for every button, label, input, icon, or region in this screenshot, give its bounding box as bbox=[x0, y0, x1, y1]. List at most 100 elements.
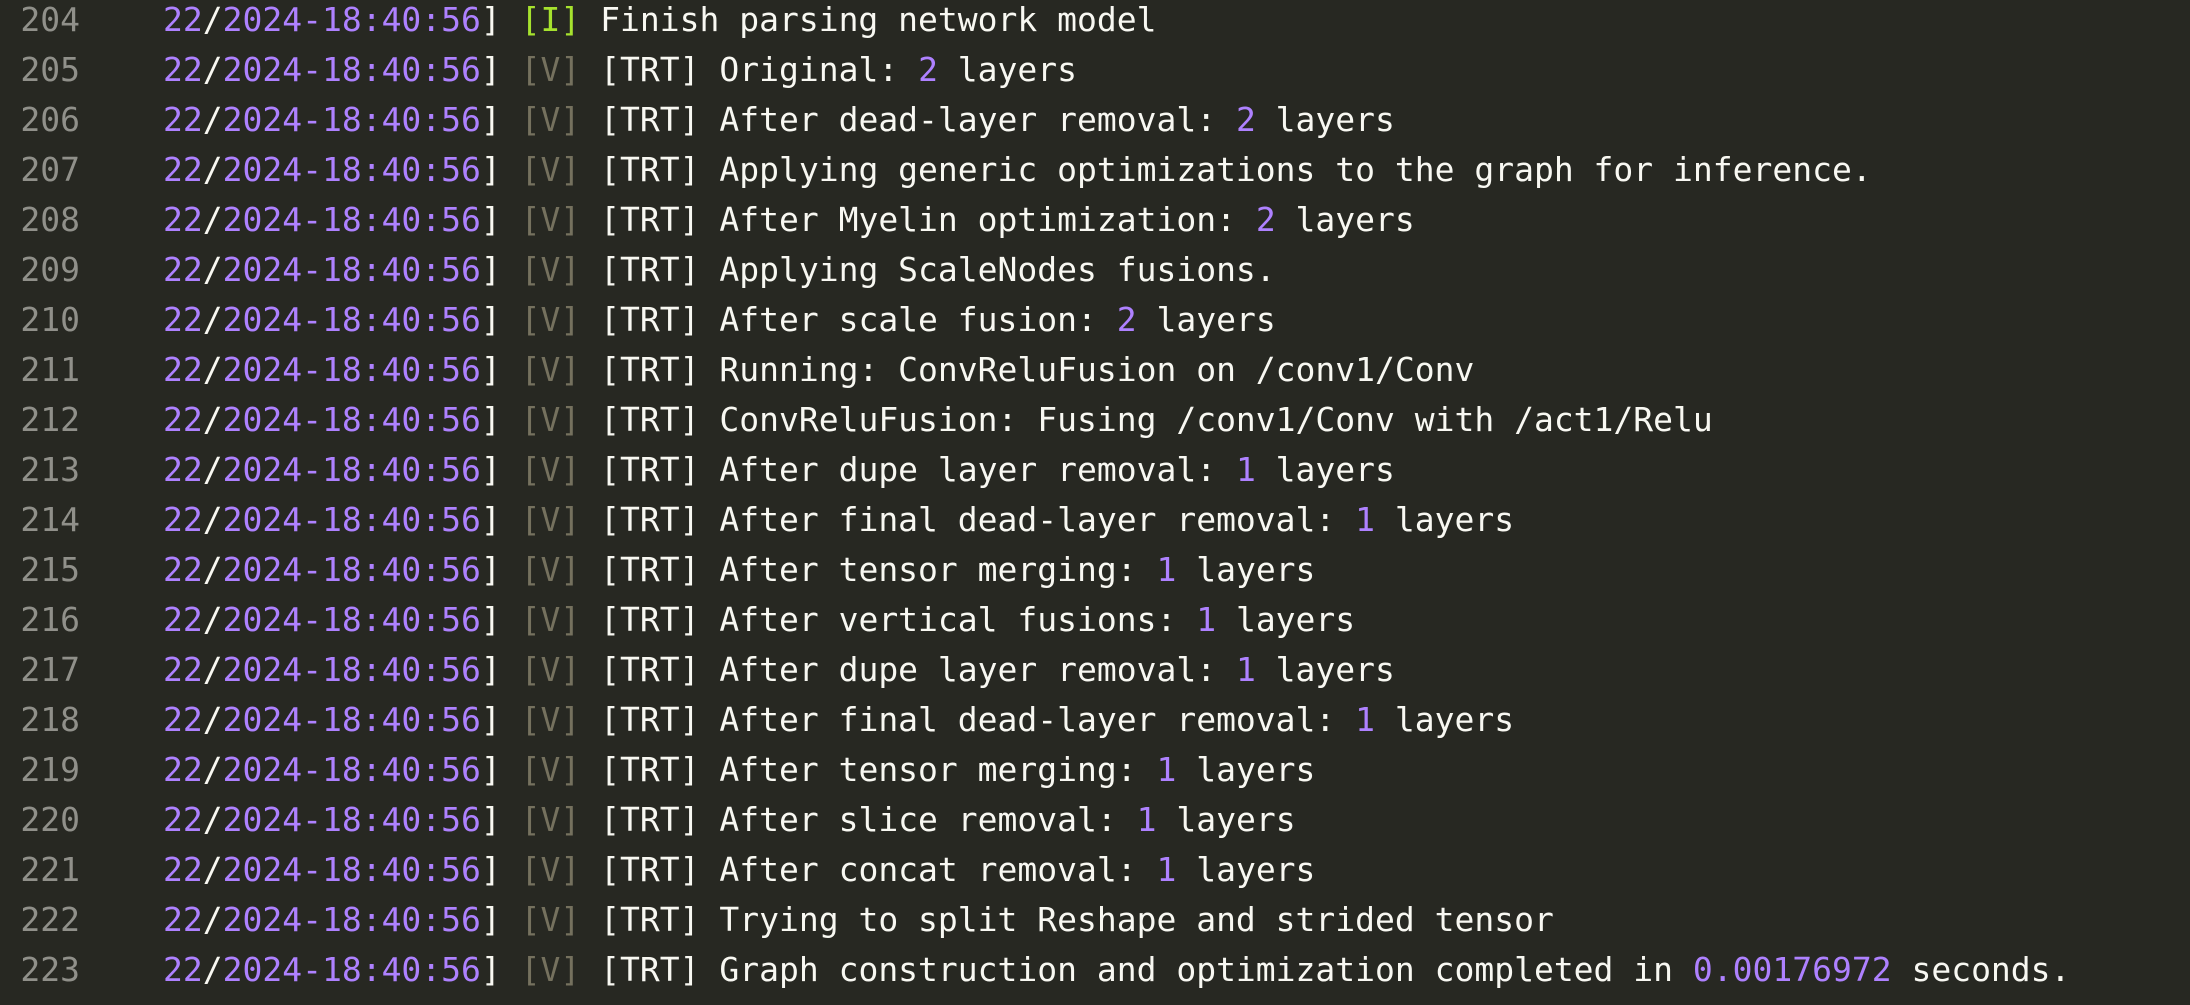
line-number: 219 bbox=[20, 750, 80, 789]
log-line[interactable]: 206 22/2024-18:40:56] [V] [TRT] After dea… bbox=[0, 95, 2190, 145]
log-code: 22/2024-18:40:56] [V] [TRT] ConvReluFusi… bbox=[163, 395, 1713, 445]
log-line[interactable]: 215 22/2024-18:40:56] [V] [TRT] After ten… bbox=[0, 545, 2190, 595]
log-suffix: layers bbox=[1176, 750, 1316, 789]
log-level-letter: V bbox=[540, 350, 561, 389]
line-number: 211 bbox=[20, 350, 80, 389]
log-line[interactable]: 212 22/2024-18:40:56] [V] [TRT] ConvReluF… bbox=[0, 395, 2190, 445]
log-level: [V] bbox=[520, 750, 581, 789]
log-level-letter: V bbox=[540, 800, 561, 839]
log-level-letter: V bbox=[540, 150, 561, 189]
timestamp: 2024-18:40:56 bbox=[222, 0, 481, 39]
timestamp: 2024-18:40:56 bbox=[222, 400, 481, 439]
log-tag: [TRT] bbox=[600, 900, 700, 939]
timestamp: 2024-18:40:56 bbox=[222, 900, 481, 939]
timestamp-day: 22 bbox=[163, 50, 203, 89]
timestamp: 2024-18:40:56 bbox=[222, 350, 481, 389]
line-number: 213 bbox=[20, 450, 80, 489]
log-level: [V] bbox=[520, 600, 581, 639]
line-number: 223 bbox=[20, 950, 80, 989]
timestamp-day: 22 bbox=[163, 550, 203, 589]
log-tag: [TRT] bbox=[600, 1000, 699, 1005]
log-line[interactable]: 216 22/2024-18:40:56] [V] [TRT] After ver… bbox=[0, 595, 2190, 645]
log-level-letter: V bbox=[540, 100, 561, 139]
log-code: 22/2024-18:40:56] [V] [TRT] After concat… bbox=[163, 845, 1315, 895]
log-code: 22/2024-18:40:56] [V] [TRT] Graph constr… bbox=[163, 945, 2070, 995]
log-level: [V] bbox=[520, 900, 581, 939]
timestamp-day: 22 bbox=[163, 800, 203, 839]
log-line[interactable]: 213 22/2024-18:40:56] [V] [TRT] After dup… bbox=[0, 445, 2190, 495]
timestamp-day: 22 bbox=[163, 600, 203, 639]
log-message: After scale fusion: bbox=[719, 300, 1117, 339]
log-message: After tensor merging: bbox=[719, 750, 1157, 789]
log-value: 1 bbox=[1355, 500, 1376, 539]
log-line[interactable]: 223 22/2024-18:40:56] [V] [TRT] Graph con… bbox=[0, 945, 2190, 995]
timestamp: 2024-18:40:56 bbox=[222, 800, 481, 839]
log-line[interactable]: 217 22/2024-18:40:56] [V] [TRT] After dup… bbox=[0, 645, 2190, 695]
log-line[interactable]: 205 22/2024-18:40:56] [V] [TRT] Original:… bbox=[0, 45, 2190, 95]
log-message: After dead-layer removal: bbox=[719, 100, 1236, 139]
log-tag: [TRT] bbox=[600, 750, 700, 789]
timestamp-day: 22 bbox=[163, 400, 203, 439]
log-level-letter: V bbox=[540, 500, 561, 539]
timestamp-slash: / bbox=[202, 600, 223, 639]
log-code: 22/2024-18:40:56] [V] [TRT] Applying gen… bbox=[163, 145, 1872, 195]
log-line[interactable]: 211 22/2024-18:40:56] [V] [TRT] Running: … bbox=[0, 345, 2190, 395]
timestamp-close-bracket: ] bbox=[480, 200, 521, 239]
log-line[interactable]: 214 22/2024-18:40:56] [V] [TRT] After fin… bbox=[0, 495, 2190, 545]
log-line[interactable]: 220 22/2024-18:40:56] [V] [TRT] After sli… bbox=[0, 795, 2190, 845]
log-value: 1 bbox=[1156, 850, 1177, 889]
log-code: 22/2024-18:40:56] [V] [TRT] After tensor… bbox=[163, 745, 1315, 795]
line-number: 205 bbox=[20, 50, 80, 89]
log-level: [V] bbox=[520, 400, 581, 439]
log-line[interactable]: 209 22/2024-18:40:56] [V] [TRT] Applying … bbox=[0, 245, 2190, 295]
log-value: 1 bbox=[1355, 700, 1376, 739]
log-suffix: layers bbox=[1255, 450, 1395, 489]
line-number: 216 bbox=[20, 600, 80, 639]
line-number: 218 bbox=[20, 700, 80, 739]
log-suffix: layers bbox=[1156, 800, 1296, 839]
log-line[interactable]: 224 22/2024-18:40:56] [I] [TRT] bbox=[0, 995, 2190, 1005]
log-tag: [TRT] bbox=[600, 450, 700, 489]
log-suffix: layers bbox=[1275, 200, 1415, 239]
timestamp: 2024-18:40:56 bbox=[222, 100, 481, 139]
log-message: After dupe layer removal: bbox=[719, 650, 1236, 689]
log-tag: [TRT] bbox=[600, 800, 700, 839]
log-message: After concat removal: bbox=[719, 850, 1157, 889]
timestamp-slash: / bbox=[202, 350, 223, 389]
timestamp-close-bracket: ] bbox=[480, 150, 521, 189]
log-line[interactable]: 218 22/2024-18:40:56] [V] [TRT] After fin… bbox=[0, 695, 2190, 745]
log-line[interactable]: 22 1 22/2024-18:40:56] [V] [TRT] After con… bbox=[0, 845, 2190, 895]
log-code: 22/2024-18:40:56] [V] [TRT] After Myelin… bbox=[163, 195, 1415, 245]
log-level-letter: V bbox=[540, 400, 561, 439]
timestamp-close-bracket: ] bbox=[480, 950, 521, 989]
log-level: [I] bbox=[520, 0, 581, 39]
timestamp-close-bracket: ] bbox=[480, 350, 521, 389]
log-editor[interactable]: 204 22/2024-18:40:56] [I] Finish parsing … bbox=[0, 0, 2190, 1005]
log-suffix: layers bbox=[1136, 300, 1276, 339]
timestamp-day: 22 bbox=[163, 850, 203, 889]
log-line[interactable]: 204 22/2024-18:40:56] [I] Finish parsing … bbox=[0, 0, 2190, 45]
timestamp-slash: / bbox=[202, 400, 223, 439]
log-suffix: layers bbox=[1375, 500, 1515, 539]
log-line[interactable]: 222 22/2024-18:40:56] [V] [TRT] Trying to… bbox=[0, 895, 2190, 945]
timestamp: 2024-18:40:56 bbox=[222, 50, 481, 89]
timestamp-slash: / bbox=[202, 700, 223, 739]
log-message: After dupe layer removal: bbox=[719, 450, 1236, 489]
log-value: 2 bbox=[918, 50, 938, 89]
line-number: 217 bbox=[20, 650, 80, 689]
timestamp: 2024-18:40:56 bbox=[222, 650, 481, 689]
log-line[interactable]: 210 22/2024-18:40:56] [V] [TRT] After sca… bbox=[0, 295, 2190, 345]
log-line[interactable]: 207 22/2024-18:40:56] [V] [TRT] Applying … bbox=[0, 145, 2190, 195]
log-code: 22/2024-18:40:56] [V] [TRT] Running: Con… bbox=[163, 345, 1474, 395]
log-tag: [TRT] bbox=[600, 150, 700, 189]
timestamp: 2024-18:40:56 bbox=[222, 750, 481, 789]
log-tag: [TRT] bbox=[600, 350, 700, 389]
timestamp-close-bracket: ] bbox=[480, 750, 521, 789]
log-level: [V] bbox=[520, 300, 581, 339]
log-tag: [TRT] bbox=[600, 550, 700, 589]
log-line[interactable]: 208 22/2024-18:40:56] [V] [TRT] After Mye… bbox=[0, 195, 2190, 245]
line-number: 210 bbox=[20, 300, 80, 339]
timestamp-close-bracket: ] bbox=[480, 0, 521, 39]
log-message: Applying generic optimizations to the gr… bbox=[719, 150, 1872, 189]
log-line[interactable]: 219 22/2024-18:40:56] [V] [TRT] After ten… bbox=[0, 745, 2190, 795]
